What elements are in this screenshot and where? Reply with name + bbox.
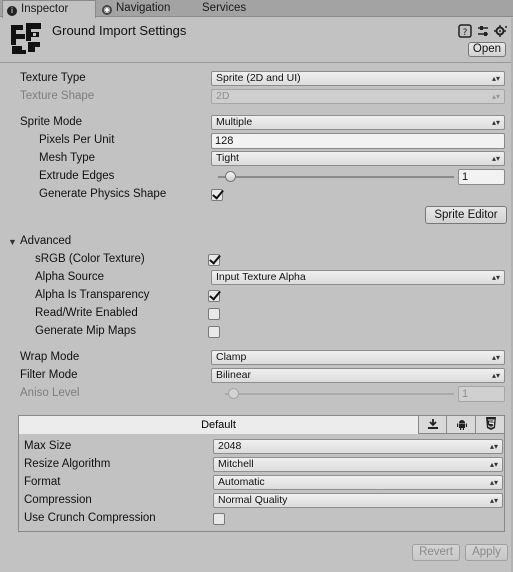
preset-icon[interactable] bbox=[476, 24, 490, 38]
mesh-type-value: Tight bbox=[216, 152, 239, 164]
standalone-download-icon[interactable] bbox=[419, 416, 447, 434]
wrap-mode-label: Wrap Mode bbox=[20, 351, 80, 363]
generate-physics-shape-checkbox[interactable] bbox=[211, 189, 223, 201]
pixels-per-unit-label: Pixels Per Unit bbox=[39, 134, 115, 146]
aniso-level-slider-track bbox=[225, 393, 454, 395]
alpha-is-transparency-checkbox[interactable] bbox=[208, 290, 220, 302]
aniso-level-label: Aniso Level bbox=[20, 387, 80, 399]
settings-gear-icon[interactable] bbox=[494, 24, 508, 38]
alpha-source-dropdown[interactable]: Input Texture Alpha ▴▾ bbox=[211, 270, 505, 285]
read-write-enabled-label: Read/Write Enabled bbox=[35, 307, 138, 319]
read-write-enabled-checkbox[interactable] bbox=[208, 308, 220, 320]
pixels-per-unit-field[interactable]: 128 bbox=[211, 133, 505, 149]
dropdown-arrow-icon: ▴▾ bbox=[491, 353, 500, 362]
generate-mip-maps-checkbox[interactable] bbox=[208, 326, 220, 338]
tab-bar: i Inspector ◉ Navigation Services bbox=[0, 0, 513, 18]
aniso-level-slider-thumb bbox=[228, 388, 239, 399]
apply-button[interactable]: Apply bbox=[465, 544, 508, 561]
sprite-mode-value: Multiple bbox=[216, 116, 253, 128]
mesh-type-label: Mesh Type bbox=[39, 152, 96, 164]
svg-text:?: ? bbox=[463, 28, 468, 38]
mesh-type-dropdown[interactable]: Tight ▴▾ bbox=[211, 151, 505, 166]
texture-asset-icon bbox=[8, 20, 44, 56]
sprite-mode-label: Sprite Mode bbox=[20, 116, 83, 128]
extrude-edges-field[interactable]: 1 bbox=[458, 169, 505, 185]
dropdown-arrow-icon: ▴▾ bbox=[491, 118, 500, 127]
header-divider bbox=[0, 62, 513, 63]
texture-type-label: Texture Type bbox=[20, 72, 86, 84]
tab-navigation[interactable]: ◉ Navigation bbox=[98, 0, 190, 17]
format-value: Automatic bbox=[218, 476, 265, 488]
android-icon[interactable] bbox=[448, 416, 476, 434]
alpha-is-transparency-label: Alpha Is Transparency bbox=[35, 289, 150, 301]
open-button[interactable]: Open bbox=[468, 42, 506, 57]
alpha-source-label: Alpha Source bbox=[35, 271, 105, 283]
advanced-foldout-arrow-icon[interactable]: ▼ bbox=[8, 237, 17, 247]
dropdown-arrow-icon: ▴▾ bbox=[491, 371, 500, 380]
resize-algorithm-value: Mitchell bbox=[218, 458, 254, 470]
texture-shape-label: Texture Shape bbox=[20, 90, 95, 102]
sprite-editor-button[interactable]: Sprite Editor bbox=[425, 206, 507, 224]
navigation-icon: ◉ bbox=[102, 5, 112, 15]
srgb-label: sRGB (Color Texture) bbox=[35, 253, 145, 265]
dropdown-arrow-icon: ▴▾ bbox=[491, 273, 500, 282]
compression-label: Compression bbox=[24, 494, 92, 506]
filter-mode-label: Filter Mode bbox=[20, 369, 78, 381]
tab-services-label: Services bbox=[202, 2, 247, 14]
dropdown-arrow-icon: ▴▾ bbox=[489, 496, 498, 505]
max-size-dropdown[interactable]: 2048 ▴▾ bbox=[213, 439, 503, 454]
header-title: Ground Import Settings bbox=[52, 23, 187, 38]
texture-type-value: Sprite (2D and UI) bbox=[216, 72, 301, 84]
max-size-label: Max Size bbox=[24, 440, 72, 452]
sprite-mode-dropdown[interactable]: Multiple ▴▾ bbox=[211, 115, 505, 130]
tab-default-platform[interactable]: Default bbox=[19, 416, 419, 434]
dropdown-arrow-icon: ▴▾ bbox=[489, 460, 498, 469]
compression-value: Normal Quality bbox=[218, 494, 288, 506]
aniso-level-field: 1 bbox=[458, 386, 505, 402]
generate-physics-shape-label: Generate Physics Shape bbox=[39, 188, 167, 200]
generate-mip-maps-label: Generate Mip Maps bbox=[35, 325, 136, 337]
dropdown-arrow-icon: ▴▾ bbox=[491, 92, 500, 101]
alpha-source-value: Input Texture Alpha bbox=[216, 271, 306, 283]
srgb-checkbox[interactable] bbox=[208, 254, 220, 266]
dropdown-arrow-icon: ▴▾ bbox=[491, 154, 500, 163]
filter-mode-value: Bilinear bbox=[216, 369, 252, 381]
texture-type-dropdown[interactable]: Sprite (2D and UI) ▴▾ bbox=[211, 71, 505, 86]
use-crunch-compression-checkbox[interactable] bbox=[213, 513, 225, 525]
max-size-value: 2048 bbox=[218, 440, 242, 452]
resize-algorithm-label: Resize Algorithm bbox=[24, 458, 111, 470]
texture-shape-dropdown: 2D ▴▾ bbox=[211, 89, 505, 104]
format-label: Format bbox=[24, 476, 61, 488]
tab-navigation-label: Navigation bbox=[116, 2, 171, 14]
dropdown-arrow-icon: ▴▾ bbox=[489, 442, 498, 451]
dropdown-arrow-icon: ▴▾ bbox=[489, 478, 498, 487]
info-icon: i bbox=[7, 6, 17, 16]
html5-icon[interactable] bbox=[477, 416, 505, 434]
advanced-foldout-label[interactable]: Advanced bbox=[20, 235, 71, 247]
extrude-edges-slider-thumb[interactable] bbox=[224, 171, 236, 182]
dropdown-arrow-icon: ▴▾ bbox=[491, 74, 500, 83]
compression-dropdown[interactable]: Normal Quality ▴▾ bbox=[213, 493, 503, 508]
help-icon[interactable]: ? bbox=[458, 24, 472, 38]
tab-inspector[interactable]: i Inspector bbox=[2, 0, 96, 18]
platform-tab-bar: Default bbox=[19, 416, 504, 434]
format-dropdown[interactable]: Automatic ▴▾ bbox=[213, 475, 503, 490]
texture-shape-value: 2D bbox=[216, 90, 230, 102]
resize-algorithm-dropdown[interactable]: Mitchell ▴▾ bbox=[213, 457, 503, 472]
filter-mode-dropdown[interactable]: Bilinear ▴▾ bbox=[211, 368, 505, 383]
wrap-mode-dropdown[interactable]: Clamp ▴▾ bbox=[211, 350, 505, 365]
wrap-mode-value: Clamp bbox=[216, 351, 247, 363]
extrude-edges-label: Extrude Edges bbox=[39, 170, 115, 182]
tab-services[interactable]: Services bbox=[198, 0, 258, 17]
use-crunch-compression-label: Use Crunch Compression bbox=[24, 512, 156, 524]
extrude-edges-slider-track[interactable] bbox=[218, 176, 454, 178]
tab-inspector-label: Inspector bbox=[21, 3, 69, 15]
revert-button[interactable]: Revert bbox=[412, 544, 460, 561]
